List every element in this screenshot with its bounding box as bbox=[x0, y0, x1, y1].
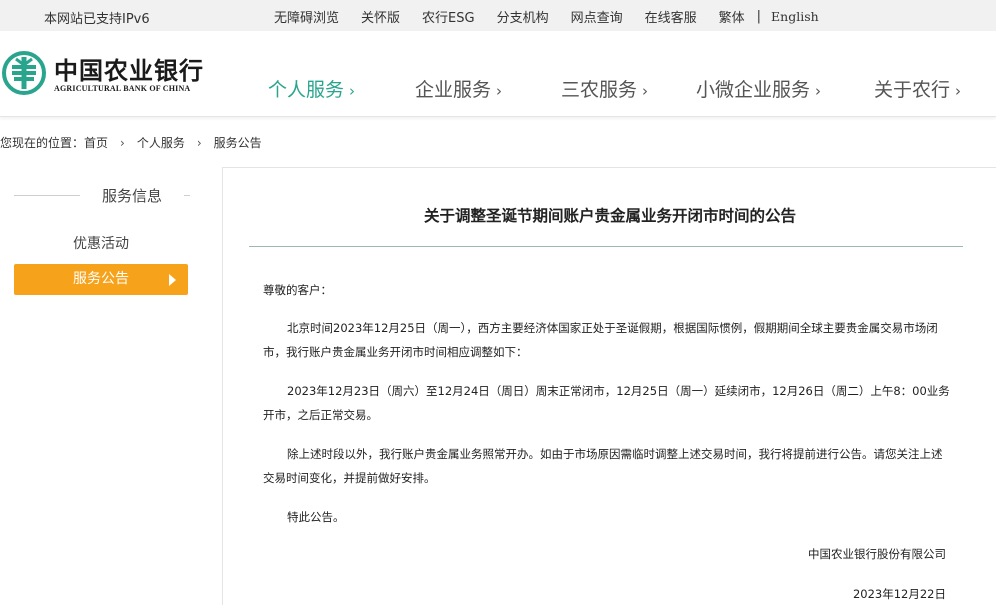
site-header: 中国农业银行 AGRICULTURAL BANK OF CHINA 个人服务 › … bbox=[0, 31, 996, 117]
top-link-separator: | bbox=[756, 9, 762, 24]
article-panel: 关于调整圣诞节期间账户贵金属业务开闭市时间的公告 尊敬的客户： 北京时间2023… bbox=[222, 167, 996, 605]
nav-personal-services[interactable]: 个人服务 › bbox=[268, 75, 355, 102]
sidebar-title: 服务信息 bbox=[102, 187, 163, 205]
nav-small-business-services[interactable]: 小微企业服务 › bbox=[696, 75, 821, 102]
top-links: 无障碍浏览 关怀版 农行ESG 分支机构 网点查询 在线客服 繁体 | Engl… bbox=[274, 7, 841, 26]
chevron-right-icon: › bbox=[955, 82, 962, 100]
top-link-online-service[interactable]: 在线客服 bbox=[645, 7, 697, 26]
breadcrumb-home[interactable]: 首页 bbox=[84, 136, 108, 150]
article-title: 关于调整圣诞节期间账户贵金属业务开闭市时间的公告 bbox=[423, 206, 796, 225]
sidebar-divider bbox=[14, 195, 80, 196]
top-utility-bar: 本网站已支持IPv6 无障碍浏览 关怀版 农行ESG 分支机构 网点查询 在线客… bbox=[0, 0, 996, 31]
breadcrumb-prefix: 您现在的位置： bbox=[0, 136, 85, 150]
breadcrumb: 您现在的位置：首页 › 个人服务 › 服务公告 bbox=[0, 134, 262, 151]
top-link-branches[interactable]: 分支机构 bbox=[497, 7, 549, 26]
top-link-traditional-chinese[interactable]: 繁体 bbox=[719, 7, 745, 26]
sidebar-item-promotions[interactable]: 优惠活动 bbox=[14, 229, 188, 260]
sidebar-divider bbox=[184, 195, 190, 196]
sidebar: 服务信息 优惠活动 服务公告 bbox=[0, 167, 200, 605]
nav-label: 三农服务 bbox=[561, 79, 638, 101]
chevron-right-icon: › bbox=[349, 82, 356, 100]
nav-corporate-services[interactable]: 企业服务 › bbox=[415, 75, 502, 102]
sidebar-item-label: 优惠活动 bbox=[73, 236, 129, 252]
nav-label: 小微企业服务 bbox=[696, 79, 811, 101]
top-link-accessibility[interactable]: 无障碍浏览 bbox=[274, 7, 339, 26]
nav-about-abc[interactable]: 关于农行 › bbox=[874, 75, 961, 102]
chevron-right-icon: › bbox=[642, 82, 649, 100]
triangle-right-icon bbox=[169, 274, 176, 286]
sidebar-item-service-notices[interactable]: 服务公告 bbox=[14, 264, 188, 295]
article-date: 2023年12月22日 bbox=[852, 587, 946, 601]
chevron-right-icon: › bbox=[496, 82, 503, 100]
breadcrumb-personal-services[interactable]: 个人服务 bbox=[137, 136, 185, 150]
breadcrumb-service-notices[interactable]: 服务公告 bbox=[214, 136, 262, 150]
sidebar-header: 服务信息 bbox=[14, 185, 190, 205]
top-link-esg[interactable]: 农行ESG bbox=[422, 7, 475, 26]
top-link-outlet-search[interactable]: 网点查询 bbox=[571, 7, 623, 26]
ipv6-notice: 本网站已支持IPv6 bbox=[44, 12, 150, 27]
article-paragraph: 除上述时段以外，我行账户贵金属业务照常开办。如由于市场原因需临时调整上述交易时间… bbox=[263, 447, 943, 485]
nav-rural-services[interactable]: 三农服务 › bbox=[561, 75, 648, 102]
top-link-elderly-mode[interactable]: 关怀版 bbox=[361, 7, 400, 26]
main-nav: 个人服务 › 企业服务 › 三农服务 › 小微企业服务 › 关于农行 › bbox=[0, 31, 996, 117]
chevron-right-icon: › bbox=[196, 136, 202, 150]
chevron-right-icon: › bbox=[815, 82, 822, 100]
title-divider bbox=[249, 246, 963, 247]
sidebar-item-label: 服务公告 bbox=[73, 271, 129, 287]
article-paragraph: 2023年12月23日（周六）至12月24日（周日）周末正常闭市，12月25日（… bbox=[263, 384, 950, 422]
nav-label: 关于农行 bbox=[874, 79, 951, 101]
article-paragraph: 北京时间2023年12月25日（周一），西方主要经济体国家正处于圣诞假期，根据国… bbox=[263, 321, 938, 359]
article-salutation: 尊敬的客户： bbox=[263, 283, 332, 297]
top-link-english[interactable]: English bbox=[771, 9, 819, 24]
chevron-right-icon: › bbox=[120, 136, 125, 150]
nav-label: 企业服务 bbox=[415, 79, 492, 101]
article-paragraph: 特此公告。 bbox=[287, 510, 345, 524]
nav-label: 个人服务 bbox=[268, 79, 345, 101]
article-signature: 中国农业银行股份有限公司 bbox=[808, 547, 946, 561]
